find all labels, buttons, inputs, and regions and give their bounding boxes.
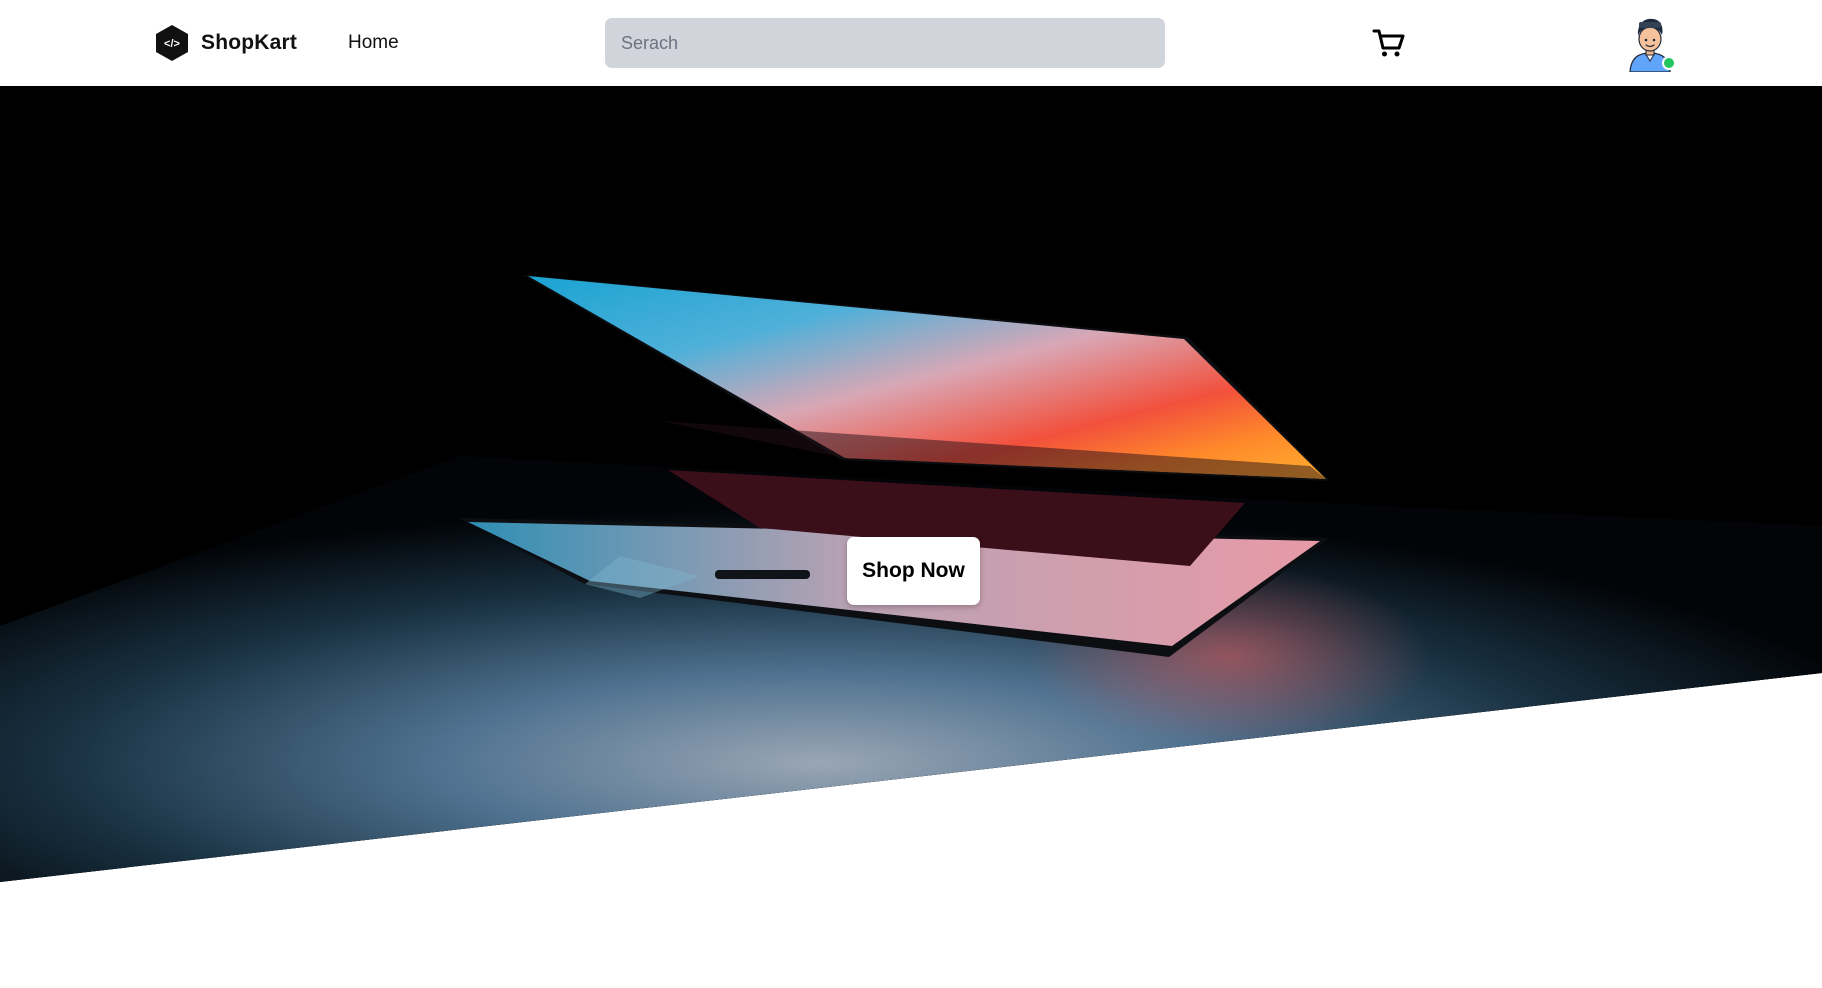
user-avatar[interactable] [1624, 14, 1676, 72]
code-logo-icon: </> [156, 25, 188, 61]
navbar: </> ShopKart Home [0, 0, 1822, 86]
laptop-hero-image [0, 86, 1822, 882]
online-status-dot [1662, 56, 1676, 70]
svg-text:</>: </> [164, 38, 180, 50]
hero-banner: Shop Now [0, 86, 1822, 882]
brand-name: ShopKart [201, 31, 298, 54]
brand[interactable]: </> ShopKart [154, 24, 297, 62]
shop-now-button[interactable]: Shop Now [847, 537, 980, 605]
shopping-cart-icon[interactable] [1372, 26, 1406, 60]
search-input[interactable] [605, 18, 1165, 68]
nav-home-link[interactable]: Home [348, 32, 399, 54]
